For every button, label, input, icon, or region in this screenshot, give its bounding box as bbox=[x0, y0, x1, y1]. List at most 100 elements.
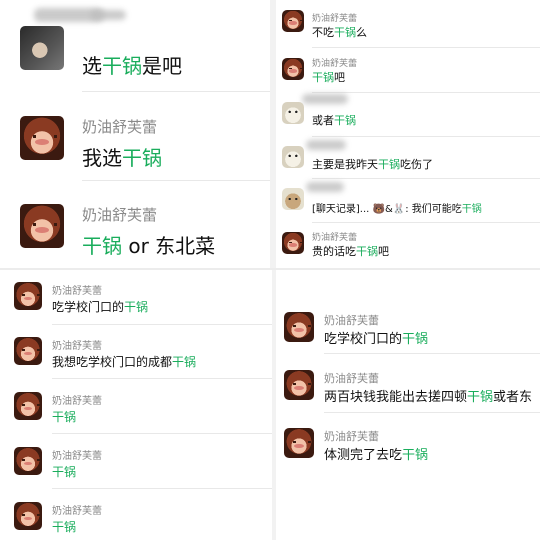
avatar-image bbox=[20, 116, 64, 160]
avatar-image bbox=[284, 428, 314, 458]
chat-panel-top-left: 选干锅是吧 奶油舒芙蕾 我选干锅 奶油舒芙蕾 干锅 or 东北菜 bbox=[0, 0, 270, 268]
avatar[interactable] bbox=[282, 232, 304, 254]
message-divider bbox=[52, 488, 272, 489]
avatar[interactable] bbox=[14, 502, 42, 530]
highlight-keyword: 干锅 bbox=[52, 410, 77, 424]
blurred-name bbox=[90, 10, 126, 20]
chat-message[interactable]: 奶油舒芙蕾 吃学校门口的干锅 bbox=[0, 270, 272, 326]
blurred-name bbox=[306, 140, 346, 150]
chat-message[interactable]: 奶油舒芙蕾 干锅 bbox=[0, 490, 272, 540]
text-after: 或者东 bbox=[493, 390, 533, 405]
text-after: 么 bbox=[356, 26, 367, 39]
avatar[interactable] bbox=[14, 392, 42, 420]
text-before: 吃学校门口的 bbox=[324, 332, 403, 347]
message-text: 吃学校门口的干锅 bbox=[52, 298, 148, 315]
avatar-image bbox=[20, 26, 64, 70]
avatar[interactable] bbox=[282, 102, 304, 124]
avatar-image bbox=[14, 447, 42, 475]
avatar-image bbox=[284, 312, 314, 342]
highlight-keyword: 干锅 bbox=[334, 114, 356, 127]
sender-name: 奶油舒芙蕾 bbox=[52, 451, 102, 462]
sender-name: 奶油舒芙蕾 bbox=[312, 59, 358, 69]
sender-name: 奶油舒芙蕾 bbox=[52, 396, 102, 407]
message-text: 干锅 bbox=[52, 408, 76, 425]
message-text: 干锅 or 东北菜 bbox=[82, 230, 215, 259]
avatar-image bbox=[282, 188, 304, 210]
chat-message[interactable]: 奶油舒芙蕾 干锅 or 东北菜 bbox=[0, 180, 270, 268]
chat-message[interactable]: 或者干锅 bbox=[276, 92, 540, 138]
avatar-image bbox=[14, 282, 42, 310]
avatar[interactable] bbox=[20, 26, 64, 70]
chat-message[interactable]: 奶油舒芙蕾 两百块钱我能出去搓四顿干锅或者东 bbox=[276, 352, 540, 413]
avatar[interactable] bbox=[284, 312, 314, 342]
avatar-image bbox=[282, 232, 304, 254]
highlight-keyword: 干锅 bbox=[461, 204, 482, 215]
avatar[interactable] bbox=[20, 204, 64, 248]
chat-panel-bottom-right: 奶油舒芙蕾 吃学校门口的干锅 奶油舒芙蕾 两百块钱我能出去搓四顿干锅或者东 奶油… bbox=[276, 290, 540, 540]
chat-message[interactable]: 奶油舒芙蕾 干锅 bbox=[0, 435, 272, 490]
avatar[interactable] bbox=[14, 447, 42, 475]
highlight-keyword: 干锅 bbox=[52, 520, 77, 534]
message-text: 我想吃学校门口的成都干锅 bbox=[52, 353, 196, 370]
message-text: 主要是我昨天干锅吃伤了 bbox=[312, 156, 433, 172]
chat-message[interactable]: 奶油舒芙蕾 干锅吧 bbox=[276, 48, 540, 94]
text-after: 吃伤了 bbox=[400, 158, 433, 171]
avatar[interactable] bbox=[20, 116, 64, 160]
text-before: 选 bbox=[82, 54, 102, 78]
blurred-name bbox=[302, 94, 348, 104]
chat-message[interactable]: [聊天记录]... 🐻&🐰: 我们可能吃干锅 bbox=[276, 178, 540, 224]
highlight-keyword: 干锅 bbox=[334, 26, 356, 39]
sender-name: 奶油舒芙蕾 bbox=[82, 206, 158, 224]
chat-message[interactable]: 选干锅是吧 bbox=[0, 0, 270, 92]
text-before: 主要是我昨天 bbox=[312, 158, 378, 171]
avatar[interactable] bbox=[282, 10, 304, 32]
message-divider bbox=[52, 378, 272, 379]
avatar-image bbox=[14, 337, 42, 365]
text-after: 是吧 bbox=[142, 54, 182, 78]
message-text: 吃学校门口的干锅 bbox=[324, 328, 428, 347]
avatar[interactable] bbox=[282, 188, 304, 210]
highlight-keyword: 干锅 bbox=[312, 71, 334, 84]
chat-message[interactable]: 奶油舒芙蕾 吃学校门口的干锅 bbox=[276, 290, 540, 354]
avatar[interactable] bbox=[282, 146, 304, 168]
avatar[interactable] bbox=[14, 337, 42, 365]
message-text: 干锅 bbox=[52, 518, 76, 535]
highlight-keyword: 干锅 bbox=[356, 245, 378, 258]
highlight-keyword: 干锅 bbox=[402, 448, 429, 463]
sender-name: 奶油舒芙蕾 bbox=[324, 430, 379, 443]
highlight-keyword: 干锅 bbox=[82, 234, 122, 258]
highlight-keyword: 干锅 bbox=[378, 158, 400, 171]
text-before: 或者 bbox=[312, 114, 334, 127]
chat-message[interactable]: 奶油舒芙蕾 干锅 bbox=[0, 380, 272, 435]
chat-message[interactable]: 奶油舒芙蕾 体测完了去吃干锅 bbox=[276, 412, 540, 472]
avatar-image bbox=[282, 146, 304, 168]
text-before: [聊天记录]... 🐻&🐰: 我们可能吃 bbox=[312, 204, 462, 215]
chat-message[interactable]: 奶油舒芙蕾 不吃干锅么 bbox=[276, 0, 540, 50]
avatar[interactable] bbox=[284, 370, 314, 400]
sender-name: 奶油舒芙蕾 bbox=[324, 372, 379, 385]
avatar[interactable] bbox=[284, 428, 314, 458]
chat-message[interactable]: 奶油舒芙蕾 我选干锅 bbox=[0, 92, 270, 182]
sender-name: 奶油舒芙蕾 bbox=[312, 233, 358, 243]
message-divider bbox=[52, 433, 272, 434]
chat-message[interactable]: 主要是我昨天干锅吃伤了 bbox=[276, 136, 540, 180]
sender-name: 奶油舒芙蕾 bbox=[312, 14, 358, 24]
text-before: 两百块钱我能出去搓四顿 bbox=[324, 390, 468, 405]
avatar-image bbox=[14, 502, 42, 530]
message-text: 选干锅是吧 bbox=[82, 50, 182, 79]
chat-message[interactable]: 奶油舒芙蕾 我想吃学校门口的成都干锅 bbox=[0, 325, 272, 380]
avatar-image bbox=[282, 10, 304, 32]
message-text: 干锅吧 bbox=[312, 69, 345, 85]
sender-name: 奶油舒芙蕾 bbox=[52, 506, 102, 517]
highlight-keyword: 干锅 bbox=[467, 390, 494, 405]
message-text: 体测完了去吃干锅 bbox=[324, 444, 428, 463]
text-after: or 东北菜 bbox=[122, 234, 216, 258]
avatar-image bbox=[282, 58, 304, 80]
text-after: 吧 bbox=[334, 71, 345, 84]
avatar[interactable] bbox=[14, 282, 42, 310]
chat-message[interactable]: 奶油舒芙蕾 贵的话吃干锅吧 bbox=[276, 222, 540, 268]
chat-panel-bottom-left: 奶油舒芙蕾 吃学校门口的干锅 奶油舒芙蕾 我想吃学校门口的成都干锅 奶油舒芙蕾 … bbox=[0, 270, 272, 540]
avatar[interactable] bbox=[282, 58, 304, 80]
highlight-keyword: 干锅 bbox=[172, 355, 197, 369]
message-text: 我选干锅 bbox=[82, 142, 162, 171]
